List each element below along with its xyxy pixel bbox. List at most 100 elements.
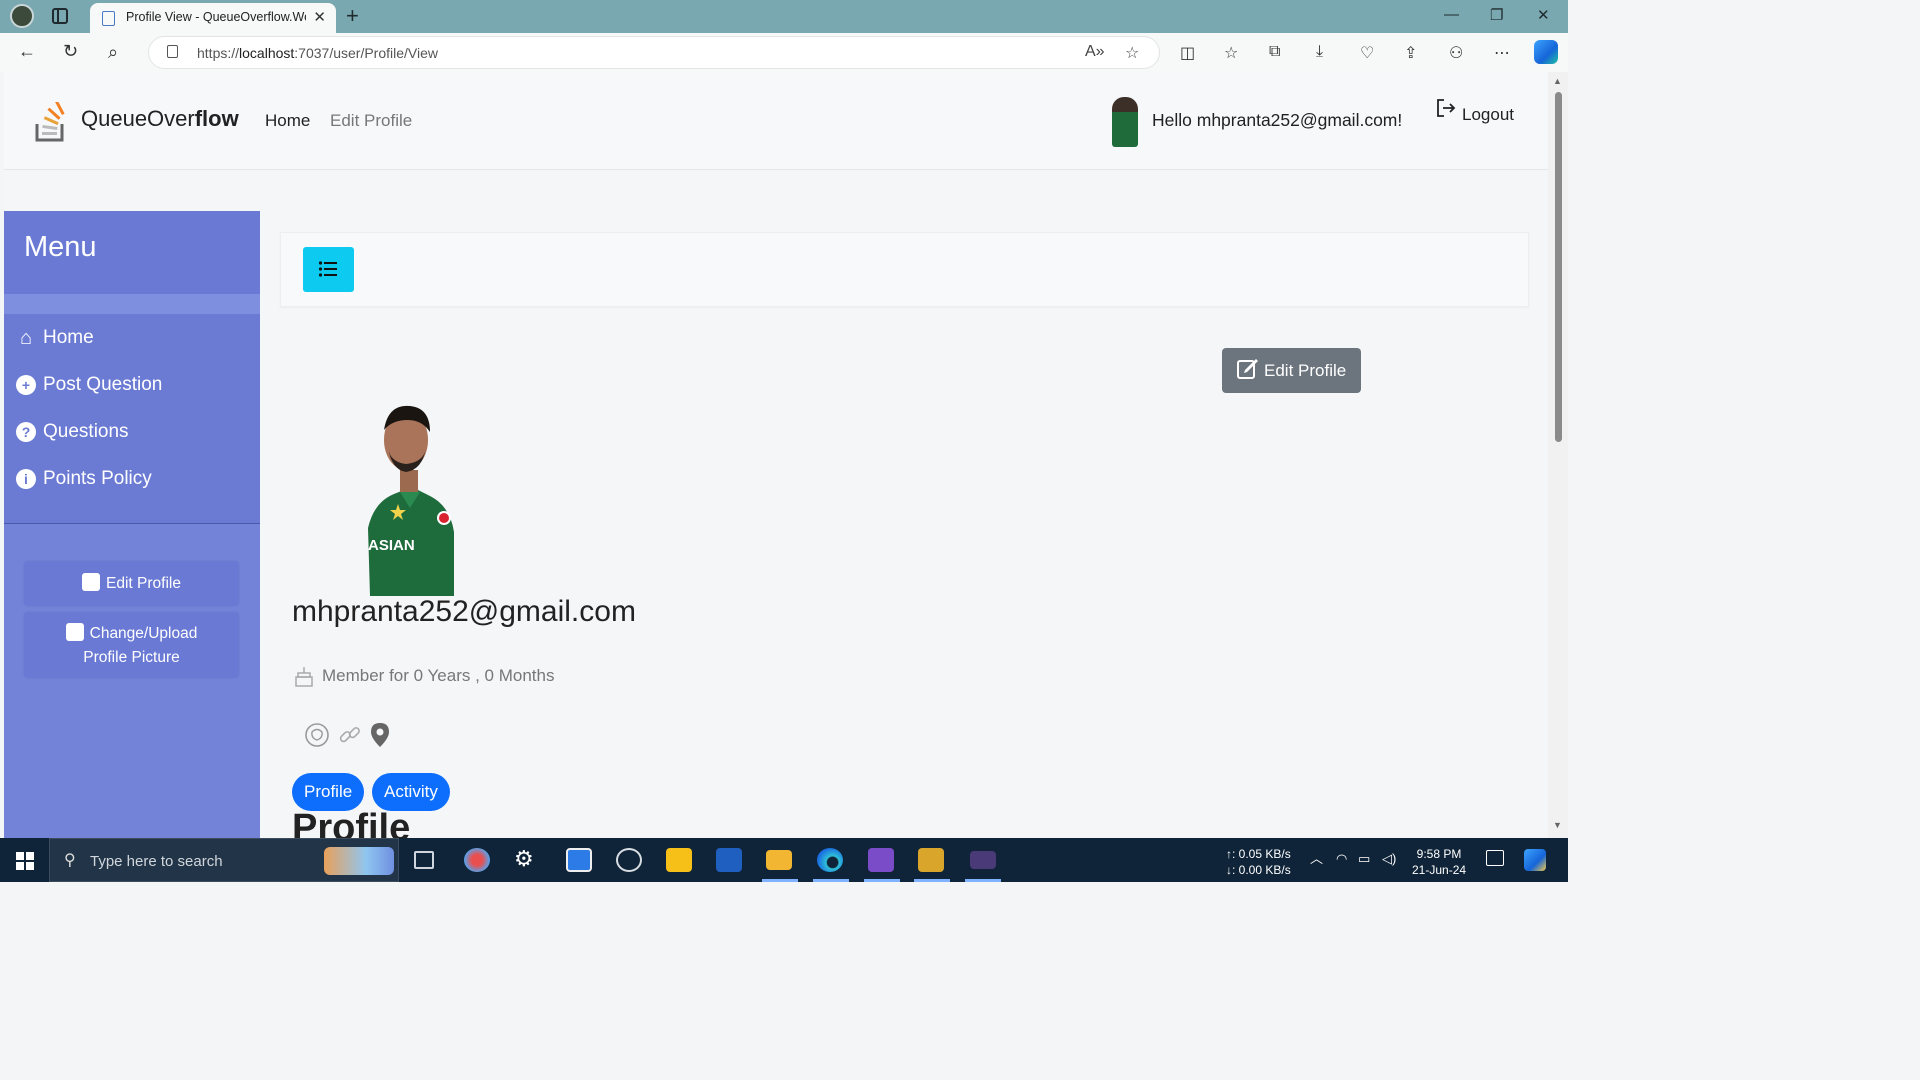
taskbar-search-input[interactable]: ⚲ Type here to search [49,838,399,882]
sticky-notes-icon[interactable] [666,848,692,872]
user-square-icon [65,623,84,641]
brand-name[interactable]: QueueOverflow [81,106,239,132]
more-options-icon[interactable]: ⋯ [1494,43,1510,63]
social-links [304,722,390,748]
settings-gear-icon[interactable]: ⚙ [514,846,540,871]
obs-app-icon[interactable] [616,848,642,872]
home-icon: ⌂ [19,326,33,349]
terminal-app-icon[interactable] [970,851,996,869]
favorite-star-icon[interactable]: ☆ [1125,43,1139,63]
volume-icon[interactable]: ◁) [1382,851,1396,867]
page-viewport: QueueOverflow Home Edit Profile Hello mh… [4,72,1548,838]
question-circle-icon: ? [16,422,36,442]
page-scrollbar[interactable]: ▲ ▼ [1548,72,1568,838]
url-input[interactable]: https://localhost:7037/user/Profile/View… [148,36,1160,69]
close-window-icon[interactable]: ✕ [1537,6,1550,24]
profile-email: mhpranta252@gmail.com [292,595,636,628]
extensions-icon[interactable]: ⚇ [1449,43,1463,63]
visual-studio-icon[interactable] [868,848,894,872]
tab-profile[interactable]: Profile [292,773,365,811]
list-icon [318,261,337,277]
tab-title: Profile View - QueueOverflow.Web [126,10,306,24]
battery-icon[interactable]: ▭ [1358,851,1370,867]
greeting-text: Hello mhpranta252@gmail.com! [1152,110,1403,130]
change-profile-picture-button[interactable]: Change/Upload Profile Picture [24,612,239,678]
edge-browser-icon[interactable] [817,848,843,872]
refresh-icon[interactable]: ↻ [63,41,78,62]
browser-tab[interactable]: Profile View - QueueOverflow.Web ✕ [90,3,336,33]
nav-home[interactable]: Home [265,111,310,131]
tab-activity[interactable]: Activity [372,773,450,811]
sidebar-item-points-policy[interactable]: i Points Policy [16,464,152,494]
wifi-icon[interactable]: ◠ [1336,851,1347,867]
sidebar-edit-profile-button[interactable]: Edit Profile [24,561,239,606]
split-screen-icon[interactable]: ◫ [1180,43,1195,63]
edit-profile-button[interactable]: Edit Profile [1222,348,1361,393]
logout-icon[interactable] [1436,98,1456,118]
sidebar-item-label: Post Question [43,374,163,395]
back-icon[interactable]: ← [18,41,36,62]
workspaces-icon[interactable] [52,8,68,24]
minimize-icon[interactable]: — [1444,6,1459,23]
github-icon[interactable] [304,722,330,748]
file-explorer-icon[interactable] [766,850,792,870]
sidebar-item-label: Home [43,327,94,348]
task-view-icon[interactable] [414,851,434,869]
lock-icon[interactable] [167,45,178,58]
share-icon[interactable]: ⇪ [1404,43,1417,63]
sidebar-item-home[interactable]: ⌂ Home [16,323,94,353]
clock[interactable]: 9:58 PM 21-Jun-24 [1412,846,1466,878]
member-since-text: Member for 0 Years , 0 Months [322,666,555,685]
read-aloud-icon[interactable]: A» [1085,43,1105,61]
url-text: https://localhost:7037/user/Profile/View [197,45,439,61]
close-tab-icon[interactable]: ✕ [313,8,326,26]
profile-picture: ASIAN [368,405,454,596]
scroll-thumb[interactable] [1555,92,1562,442]
button-label: Change/Upload [89,625,198,642]
browser-essentials-icon[interactable]: ♡ [1360,43,1374,63]
profile-avatar-icon[interactable] [10,4,34,28]
logout-link[interactable]: Logout [1462,105,1514,125]
sidebar-item-post-question[interactable]: + Post Question [16,370,162,400]
copilot-icon[interactable] [1534,40,1558,64]
word-app-icon[interactable] [716,848,742,872]
search-highlight-image [324,847,394,875]
net-down: ↓: 0.00 KB/s [1226,863,1291,877]
downloads-icon[interactable]: ⤓ [1316,43,1323,61]
sidebar-header: Menu [4,211,260,294]
sidebar-item-questions[interactable]: ? Questions [16,417,129,447]
paint-app-icon[interactable] [464,848,490,872]
copilot-taskbar-icon[interactable] [1524,849,1546,871]
nav-edit-profile[interactable]: Edit Profile [330,111,412,131]
sidebar-divider [4,294,260,314]
active-indicator [864,879,900,882]
button-label: Edit Profile [1264,361,1347,380]
header-avatar [1112,97,1138,147]
location-pin-icon[interactable] [370,722,390,748]
calendar-app-icon[interactable] [566,848,592,872]
windows-taskbar: ⚲ Type here to search ⚙ ↑: 0.05 KB/s ↓: … [0,838,1568,882]
show-hidden-icons-icon[interactable]: ︿ [1310,851,1323,867]
collections-icon[interactable]: ⧉ [1269,43,1280,61]
link-icon[interactable] [338,723,362,747]
restore-icon[interactable]: ❐ [1490,6,1503,24]
content-toolbar [280,232,1529,307]
browser-tab-bar: Profile View - QueueOverflow.Web ✕ + — ❐… [0,0,1568,33]
windows-start-icon[interactable] [16,852,34,870]
plus-circle-icon: + [16,375,36,395]
scroll-down-icon[interactable]: ▼ [1553,820,1562,830]
active-indicator [965,879,1001,882]
edit-icon [1237,359,1258,379]
scroll-up-icon[interactable]: ▲ [1553,76,1562,86]
favorites-icon[interactable]: ☆ [1224,43,1238,63]
net-up: ↑: 0.05 KB/s [1226,847,1291,861]
dev-tool-app-icon[interactable] [918,848,944,872]
search-icon[interactable]: ⌕ [108,42,118,63]
search-placeholder: Type here to search [90,853,223,870]
member-since: Member for 0 Years , 0 Months [294,665,554,687]
notification-icon[interactable] [1486,850,1504,866]
new-tab-button[interactable]: + [346,3,359,29]
stack-logo-icon[interactable] [34,102,70,142]
sidebar-menu: ⌂ Home + Post Question ? Questions i Poi… [4,314,260,524]
toggle-sidebar-button[interactable] [303,247,354,292]
